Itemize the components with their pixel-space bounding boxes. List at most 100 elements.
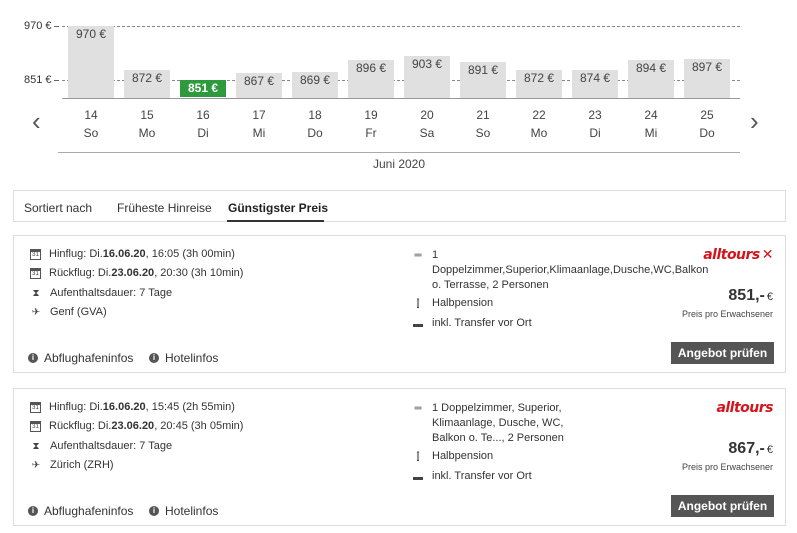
operator-logo: alltours ✕ [703,247,773,263]
price: 851,- € [728,287,773,305]
y-tick-label-970: 970 € [24,20,52,32]
day-number-17[interactable]: 17 [236,108,282,122]
month-label: Juni 2020 [372,157,426,171]
operator-name: alltours [716,400,773,416]
sort-option-earliest[interactable]: Früheste Hinreise [117,201,212,215]
outbound-flight: 31 Hinflug: Di. 16.06.20, 15:45 (2h 55mi… [30,401,235,413]
price-label-15: 872 € [131,71,163,86]
info-icon: i [149,353,159,363]
room-line: Doppelzimmer,Superior,Klimaanlage,Dusche… [432,264,709,276]
outbound-date: 16.06.20 [102,248,146,260]
day-number-20[interactable]: 20 [404,108,450,122]
outbound-prefix: Hinflug: Di. [49,248,103,260]
y-tick-label-851: 851 € [24,74,52,86]
info-icon: i [149,506,159,516]
calendar-icon: 31 [30,401,41,413]
airport-info-link[interactable]: i Abflughafeninfos [28,504,133,518]
return-prefix: Rückflug: Di. [49,420,112,432]
return-time: , 20:45 (3h 05min) [154,420,244,432]
weekday-19: Fr [365,126,377,140]
y-tick-851 [54,80,59,81]
day-number-18[interactable]: 18 [292,108,338,122]
board-text: Halbpension [432,450,494,462]
hourglass-icon: ⧗ [32,287,40,299]
gridline-970 [62,26,740,27]
airport-info-label: Abflughafeninfos [44,504,134,518]
price-calendar-chart: 970 € 851 € 970 € 14 So 872 € 15 Mo 851 € 16 Di 8… [0,0,797,180]
weekday-23: Di [589,126,601,140]
price-label-22: 872 € [523,71,555,86]
board-info: ⫿ Halbpension [412,450,493,463]
airport-text: Zürich (ZRH) [50,459,114,471]
cutlery-icon: ⫿ [416,451,420,463]
chevron-left-icon[interactable]: ‹ [32,108,41,134]
room-info: ═ 1 Doppelzimmer,Superior,Klimaanlage,Du… [412,248,708,293]
price-label-23: 874 € [579,70,611,85]
hourglass-icon: ⧗ [32,440,40,452]
price-label-18: 869 € [299,72,331,87]
weekday-18: Do [307,126,323,140]
y-tick-970 [54,26,59,27]
price: 867,- € [728,440,773,458]
day-number-19[interactable]: 19 [348,108,394,122]
day-number-22[interactable]: 22 [516,108,562,122]
check-offer-button[interactable]: Angebot prüfen [671,342,774,364]
check-offer-button[interactable]: Angebot prüfen [671,495,774,517]
chevron-right-icon[interactable]: › [750,108,759,134]
day-number-16[interactable]: 16 [180,108,226,122]
day-number-15[interactable]: 15 [124,108,170,122]
calendar-icon: 31 [30,420,41,432]
departure-airport: ✈ Genf (GVA) [30,306,107,318]
day-number-21[interactable]: 21 [460,108,506,122]
weekday-24: Mi [644,126,658,140]
outbound-date: 16.06.20 [102,401,146,413]
return-flight: 31 Rückflug: Di. 23.06.20, 20:45 (3h 05m… [30,420,243,432]
weekday-16: Di [197,126,209,140]
board-text: Halbpension [432,297,494,309]
transfer-info: ▬ inkl. Transfer vor Ort [412,317,532,330]
offer-card: 31 Hinflug: Di. 16.06.20, 16:05 (3h 00mi… [13,235,786,373]
weekday-21: So [475,126,491,140]
weekday-15: Mo [138,126,156,140]
price-label-19: 896 € [355,60,387,75]
price-currency: € [766,444,773,456]
day-number-25[interactable]: 25 [684,108,730,122]
operator-name: alltours [703,247,760,263]
car-icon: ▬ [413,318,423,330]
day-number-23[interactable]: 23 [572,108,618,122]
chart-baseline [62,98,740,99]
weekday-14: So [83,126,99,140]
weekday-22: Mo [530,126,548,140]
outbound-flight: 31 Hinflug: Di. 16.06.20, 16:05 (3h 00mi… [30,248,235,260]
stay-duration: ⧗ Aufenthaltsdauer: 7 Tage [30,287,172,299]
transfer-text: inkl. Transfer vor Ort [432,317,532,329]
price-label-21: 891 € [467,62,499,77]
price-label-25: 897 € [691,60,723,75]
car-icon: ▬ [413,471,423,483]
operator-x-mark: ✕ [761,247,774,263]
info-icon: i [28,353,38,363]
price-note: Preis pro Erwachsener [681,462,773,472]
return-date: 23.06.20 [111,267,155,279]
hotel-info-link[interactable]: i Hotelinfos [149,504,218,518]
return-prefix: Rückflug: Di. [49,267,112,279]
transfer-info: ▬ inkl. Transfer vor Ort [412,470,532,483]
day-number-24[interactable]: 24 [628,108,674,122]
price-label-14: 970 € [75,27,107,41]
price-value: 867,- [728,440,765,457]
hotel-info-label: Hotelinfos [165,351,219,365]
transfer-text: inkl. Transfer vor Ort [432,470,532,482]
price-label-20: 903 € [411,57,443,72]
calendar-icon: 31 [30,248,41,260]
weekday-25: Do [699,126,715,140]
stay-duration: ⧗ Aufenthaltsdauer: 7 Tage [30,440,172,452]
departure-airport: ✈ Zürich (ZRH) [30,459,114,471]
room-line: o. Terrasse, 2 Personen [432,279,549,291]
airport-info-link[interactable]: i Abflughafeninfos [28,351,133,365]
airport-info-label: Abflughafeninfos [44,351,134,365]
sort-option-cheapest[interactable]: Günstigster Preis [228,201,328,215]
day-number-14[interactable]: 14 [68,108,114,122]
hotel-info-label: Hotelinfos [165,504,219,518]
hotel-info-link[interactable]: i Hotelinfos [149,351,218,365]
return-flight: 31 Rückflug: Di. 23.06.20, 20:30 (3h 10m… [30,267,243,279]
